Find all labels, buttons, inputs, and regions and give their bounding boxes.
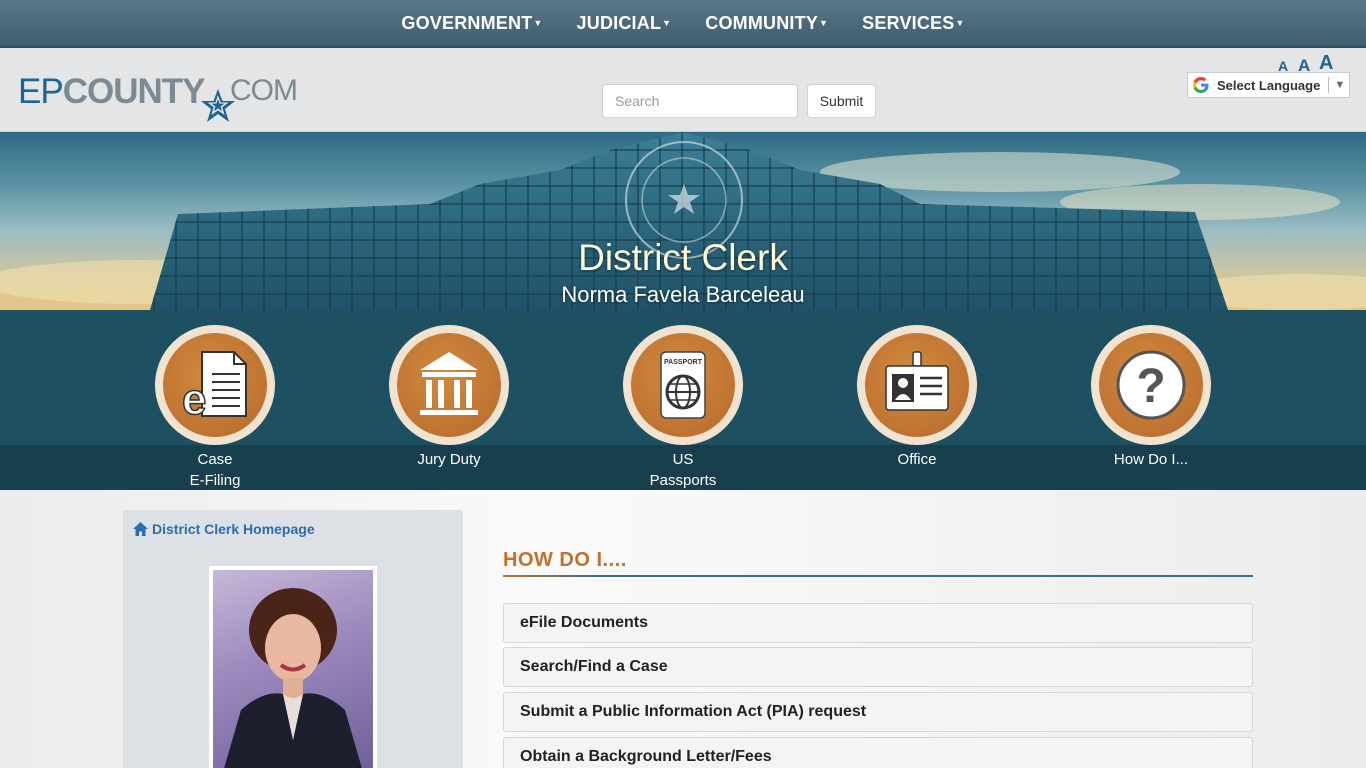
quick-link-circle: PASSPORT xyxy=(623,325,743,445)
accordion-search-find-case[interactable]: Search/Find a Case xyxy=(503,647,1253,687)
quick-link-label: US Passports xyxy=(608,449,758,491)
quick-link-label-line1: Case xyxy=(197,451,233,468)
font-size-controls: A A A xyxy=(1278,50,1338,75)
quick-link-label-line2: E-Filing xyxy=(189,472,241,489)
quick-link-how-do-i[interactable]: ? How Do I... xyxy=(1076,325,1226,470)
passport-icon-text: PASSPORT xyxy=(664,359,703,366)
accordion-label: eFile Documents xyxy=(520,614,649,631)
nav-judicial[interactable]: JUDICIAL▼ xyxy=(560,13,689,34)
language-divider xyxy=(1328,77,1330,93)
caret-down-icon: ▼ xyxy=(662,17,672,28)
id-badge-icon xyxy=(885,351,949,411)
logo-wordmark: EPCOUNTY xyxy=(18,72,206,112)
top-navigation: GOVERNMENT▼ JUDICIAL▼ COMMUNITY▼ SERVICE… xyxy=(0,0,1366,48)
quick-link-label-line1: US xyxy=(672,451,694,468)
search-submit-button[interactable]: Submit xyxy=(807,84,876,118)
district-clerk-photo xyxy=(209,566,377,768)
page-subtitle: Norma Favela Barceleau xyxy=(561,282,805,307)
language-select[interactable]: Select Language ▼ xyxy=(1187,72,1350,98)
svg-text:e: e xyxy=(182,375,206,424)
accordion-efile-documents[interactable]: eFile Documents xyxy=(503,603,1253,643)
accordion-label: Obtain a Background Letter/Fees xyxy=(520,748,772,765)
accordion-submit-pia-request[interactable]: Submit a Public Information Act (PIA) re… xyxy=(503,692,1253,732)
quick-links-bar: e Case E-Filing Jury Duty PASSPORT US Pa… xyxy=(0,310,1366,490)
google-icon xyxy=(1193,77,1209,93)
heading-divider xyxy=(503,575,1253,577)
nav-judicial-label: JUDICIAL xyxy=(576,12,662,33)
nav-government[interactable]: GOVERNMENT▼ xyxy=(384,13,559,34)
search-input[interactable] xyxy=(602,84,798,118)
caret-down-icon: ▼ xyxy=(819,17,829,28)
quick-link-label: Case E-Filing xyxy=(140,449,290,491)
quick-link-circle xyxy=(389,325,509,445)
quick-link-label-line1: Office xyxy=(897,451,937,468)
nav-services-label: SERVICES xyxy=(862,12,955,33)
quick-link-label-line1: How Do I... xyxy=(1113,451,1189,468)
quick-link-label: How Do I... xyxy=(1076,449,1226,470)
logo-county: COUNTY xyxy=(62,72,206,111)
hero-banner: District Clerk Norma Favela Barceleau xyxy=(0,132,1366,310)
page-title: District Clerk xyxy=(578,237,788,278)
quick-link-office[interactable]: Office xyxy=(842,325,992,470)
quick-link-circle xyxy=(857,325,977,445)
logo-ep: EP xyxy=(18,72,64,111)
caret-down-icon: ▼ xyxy=(533,17,543,28)
quick-link-label: Office xyxy=(842,449,992,470)
passport-icon: PASSPORT xyxy=(660,351,706,419)
caret-down-icon: ▼ xyxy=(955,17,965,28)
site-header: EPCOUNTY COM Submit A A A Select Languag… xyxy=(0,48,1366,132)
quick-link-label-line2: Passports xyxy=(649,472,717,489)
quick-link-circle: e xyxy=(155,325,275,445)
quick-link-circle: ? xyxy=(1091,325,1211,445)
home-icon xyxy=(133,522,148,536)
accordion-label: Submit a Public Information Act (PIA) re… xyxy=(520,703,867,720)
nav-community[interactable]: COMMUNITY▼ xyxy=(688,13,845,34)
nav-services[interactable]: SERVICES▼ xyxy=(845,13,981,34)
accordion-label: Search/Find a Case xyxy=(520,658,668,675)
quick-link-label: Jury Duty xyxy=(374,449,524,470)
quick-link-us-passports[interactable]: PASSPORT US Passports xyxy=(608,325,758,491)
district-clerk-home-link[interactable]: District Clerk Homepage xyxy=(133,521,315,537)
home-link-label: District Clerk Homepage xyxy=(152,521,315,537)
nav-community-label: COMMUNITY xyxy=(705,12,819,33)
accordion-background-letter[interactable]: Obtain a Background Letter/Fees xyxy=(503,737,1253,768)
efiling-document-icon: e xyxy=(181,351,247,425)
quick-link-label-line1: Jury Duty xyxy=(417,451,481,468)
logo-com: COM xyxy=(230,74,298,107)
question-mark-icon: ? xyxy=(1116,350,1186,420)
portrait-illustration xyxy=(224,588,362,768)
sidebar: District Clerk Homepage xyxy=(123,510,463,768)
quick-link-case-efiling[interactable]: e Case E-Filing xyxy=(140,325,290,491)
how-do-i-heading: HOW DO I.... xyxy=(503,549,627,571)
main-content: District Clerk Homepage HOW DO I.... eFi… xyxy=(0,490,1366,768)
language-select-label: Select Language xyxy=(1217,77,1321,93)
epcounty-logo[interactable]: EPCOUNTY COM xyxy=(18,70,308,122)
nav-government-label: GOVERNMENT xyxy=(401,12,533,33)
dropdown-arrow-icon: ▼ xyxy=(1334,79,1346,91)
quick-link-jury-duty[interactable]: Jury Duty xyxy=(374,325,524,470)
svg-text:?: ? xyxy=(1136,360,1165,413)
courthouse-icon xyxy=(420,352,478,415)
